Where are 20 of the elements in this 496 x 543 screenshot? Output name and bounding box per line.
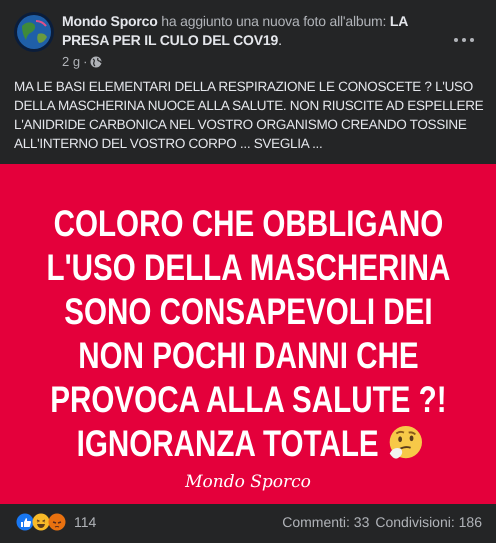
- more-icon[interactable]: [454, 38, 474, 42]
- image-text: COLORO CHE OBBLIGANO: [53, 202, 443, 246]
- separator: ·: [83, 54, 88, 69]
- image-text: IGNORANZA TOTALE: [76, 422, 378, 466]
- shares-count[interactable]: Condivisioni: 186: [375, 514, 482, 530]
- image-text: SONO CONSAPEVOLI DEI: [64, 290, 432, 334]
- globe-icon: [90, 56, 102, 68]
- image-text: NON POCHI DANNI CHE: [78, 334, 418, 378]
- signature: Mondo Sporco: [185, 472, 311, 492]
- post-text: MA LE BASI ELEMENTARI DELLA RESPIRAZIONE LE CONOSCETE ? L'USO DELLA MASCHERINA NUOCE ALLA SALUTE. NON RIUSCITE AD ESPELLERE L'ANIDRIDE CARBONICA NEL VOSTRO ORGANISMO CREANDO TOSSINE ALL'INTERNO DEL VOSTRO CORPO ... SVEGLIA ...: [14, 78, 484, 153]
- reaction-count[interactable]: 114: [74, 514, 96, 530]
- post-title: Mondo Sporco ha aggiunto una nuova foto all'album: LA PRESA PER IL CULO DEL COV19.: [62, 12, 409, 50]
- thumbs-up-icon[interactable]: [16, 513, 34, 531]
- comments-count[interactable]: Commenti: 33: [282, 514, 370, 530]
- image-text: PROVOCA ALLA SALUTE ?!: [50, 378, 446, 422]
- post-time[interactable]: 2 g: [62, 54, 80, 69]
- angry-face-icon[interactable]: [48, 513, 66, 531]
- avatar-icon[interactable]: [14, 12, 54, 52]
- image-text: L'USO DELLA MASCHERINA: [46, 246, 450, 290]
- laughing-face-icon[interactable]: [32, 513, 50, 531]
